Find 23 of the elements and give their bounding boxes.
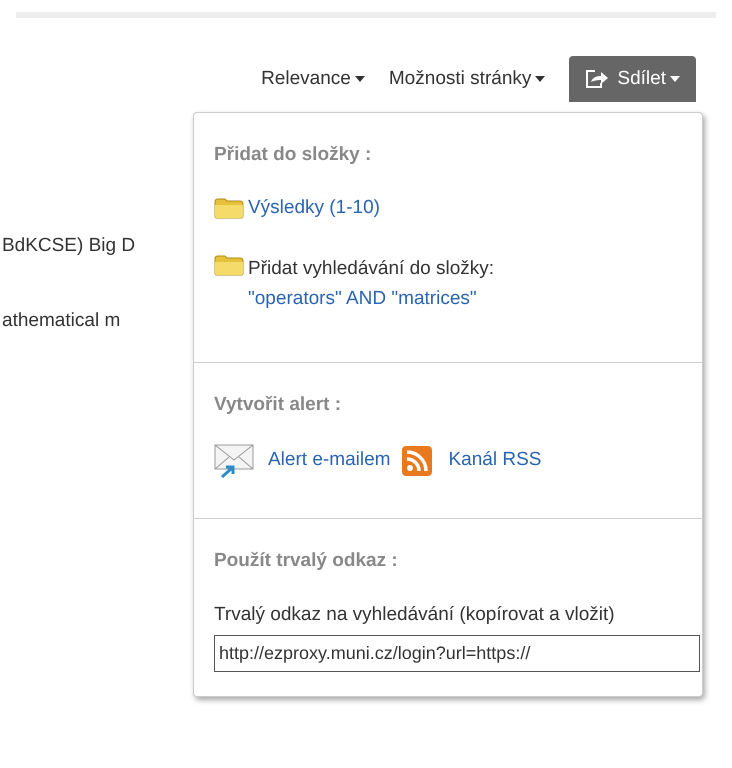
toolbar-menu-link[interactable]: Relevance [261,64,365,94]
add-search-label: Přidat vyhledávání do složky: [248,257,494,281]
rss-icon [402,446,432,476]
email-alert-link[interactable]: Alert e-mailem [268,446,390,475]
caret-icon [670,76,680,82]
search-query-link[interactable]: "operators" AND "matrices" [248,284,494,314]
section-heading: Přidat do složky : [214,143,372,167]
folder-icon [214,196,244,219]
rss-feed-link[interactable]: Kanál RSS [448,446,542,475]
email-icon [214,444,256,478]
share-icon [585,70,610,88]
caret-icon [535,76,546,82]
folder-icon [214,254,244,276]
result-title: BdKCSE) Big D [2,234,136,258]
result-title: athematical m [2,308,120,332]
folder-link[interactable]: Výsledky (1-10) [248,194,380,222]
caret-icon [354,76,365,82]
permalink-description: Trvalý odkaz na vyhledávání (kopírovat a vložit) [214,603,616,627]
toolbar-menu-link[interactable]: Možnosti stránky [388,64,546,94]
permalink-field[interactable]: http://ezproxy.muni.cz/login?url=https:// [214,635,700,672]
section-heading: Použít trvalý odkaz : [214,548,399,572]
section-heading: Vytvořit alert : [214,393,342,417]
share-button[interactable]: Sdílet [569,56,696,102]
